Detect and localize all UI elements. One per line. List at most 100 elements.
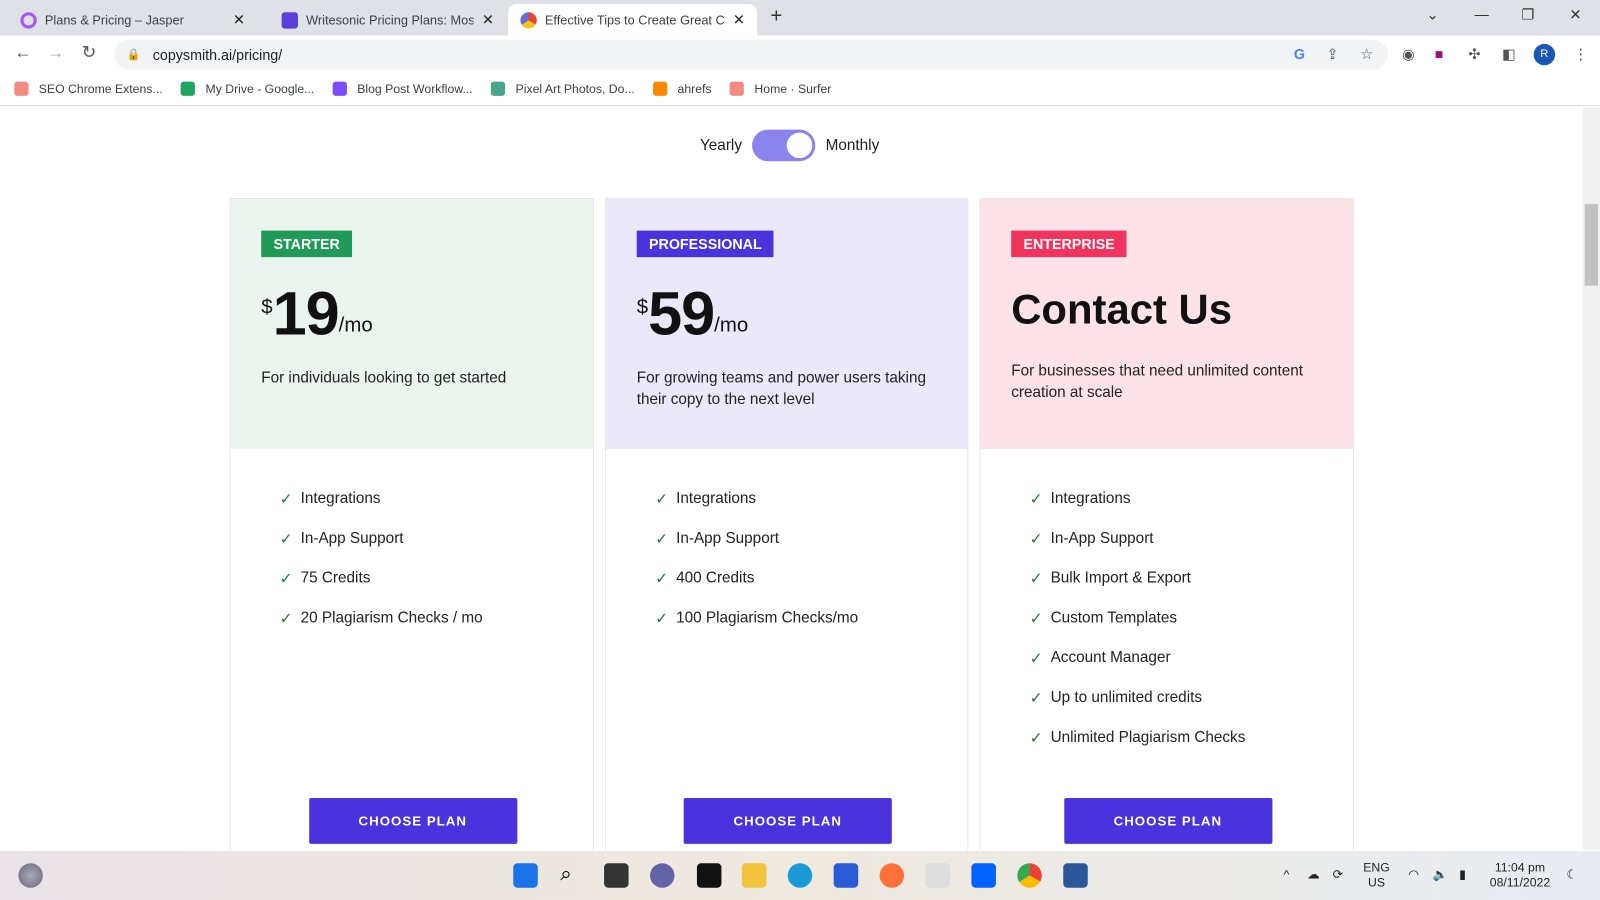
onedrive-icon[interactable]: ☁ [1307,867,1319,882]
bookmark-item[interactable]: Pixel Art Photos, Do... [491,81,635,96]
minimize-icon[interactable]: — [1474,6,1488,22]
check-icon: ✓ [1029,649,1043,668]
address-bar[interactable]: 🔒 copysmith.ai/pricing/ [114,39,1388,70]
sync-icon[interactable]: ⟳ [1333,867,1343,882]
check-icon: ✓ [279,530,293,548]
check-icon: ✓ [655,570,668,588]
tab-active[interactable]: Effective Tips to Create Great Co ✕ [508,4,758,36]
feature-item: ✓ Custom Templates [1029,609,1178,628]
billing-toggle[interactable] [752,129,816,162]
amazon-icon[interactable] [925,863,950,888]
jasper-favicon-icon [20,11,37,29]
feature-list: ✓ Integrations ✓ In-App Support ✓ 75 Credits ✓… [231,449,593,649]
bookmark-favicon-icon [729,81,745,96]
check-icon: ✓ [279,610,293,628]
bookmarks-bar: SEO Chrome Extens... My Drive - Google...… [0,72,1600,107]
close-tab-icon[interactable]: ✕ [233,11,245,28]
bookmark-item[interactable]: SEO Chrome Extens... [14,81,163,96]
share-icon[interactable]: ⇪ [1327,46,1339,63]
plan-description: For businesses that need unlimited conte… [1011,362,1304,402]
check-icon: ✓ [1029,729,1043,747]
start-icon[interactable] [513,863,538,888]
url-text[interactable]: copysmith.ai/pricing/ [153,46,282,62]
new-tab-button[interactable]: + [770,5,782,28]
extensions-puzzle-icon[interactable]: ✣ [1468,46,1480,63]
tab-title: Plans & Pricing – Jasper [44,12,184,28]
word-icon[interactable] [1063,863,1088,888]
plan-card-professional: PROFESSIONAL $59/mo For growing teams and … [605,197,969,850]
feature-list: ✓ Integrations ✓ In-App Support ✓ 400 Credits… [606,449,967,649]
wifi-icon[interactable]: ◠ [1408,867,1419,882]
scrollbar[interactable] [1582,107,1600,850]
check-icon: ✓ [1029,570,1043,588]
tab-search-icon[interactable]: ⌄ [1427,6,1439,23]
feature-item: ✓ Bulk Import & Export [1029,569,1191,588]
bookmark-star-icon[interactable]: ☆ [1360,46,1373,63]
bookmark-item[interactable]: My Drive - Google... [181,81,314,96]
feature-item: ✓ 75 Credits [279,569,371,588]
plan-description: For growing teams and power users taking… [636,369,926,409]
lock-icon: 🔒 [126,48,141,62]
search-icon[interactable]: ⌕ [560,863,584,887]
feature-item: ✓ 400 Credits [655,569,755,588]
back-icon[interactable]: ← [14,43,31,63]
close-window-icon[interactable]: ✕ [1569,6,1581,23]
plan-badge: PROFESSIONAL [636,230,774,258]
close-tab-icon[interactable]: ✕ [482,11,494,28]
choose-plan-button[interactable]: CHOOSE PLAN [683,797,892,844]
firefox-icon[interactable] [879,863,905,888]
copysmith-favicon-icon [520,11,537,29]
plan-header: PROFESSIONAL $59/mo For growing teams and … [606,198,968,449]
grammarly-icon[interactable]: ◉ [1402,46,1414,63]
bookmark-favicon-icon [332,81,348,96]
check-icon: ✓ [1029,530,1043,548]
check-icon: ✓ [1029,610,1043,628]
volume-icon[interactable]: 🔈 [1433,867,1448,882]
clock[interactable]: 11:04 pm 08/11/2022 [1490,860,1550,891]
task-view-icon[interactable] [604,863,629,888]
battery-icon[interactable]: ▮ [1459,867,1466,882]
tab-jasper[interactable]: Plans & Pricing – Jasper ✕ [0,4,257,36]
plan-header: ENTERPRISE Contact Us For businesses that … [980,198,1354,449]
profile-avatar[interactable]: R [1533,43,1556,66]
chrome-icon[interactable] [1017,863,1042,888]
extension-icon[interactable]: ■ [1435,46,1444,62]
teams-chat-icon[interactable] [649,863,675,888]
yearly-label[interactable]: Yearly [700,137,742,154]
plan-badge: ENTERPRISE [1011,230,1127,258]
plan-badge: STARTER [261,230,353,258]
dropbox-icon[interactable] [971,863,996,888]
plan-header: STARTER $19/mo For individuals looking to … [230,198,593,449]
side-panel-icon[interactable]: ◧ [1502,46,1516,63]
tab-writesonic[interactable]: Writesonic Pricing Plans: Most Af ✕ [261,4,506,36]
reload-icon[interactable]: ↻ [82,43,97,63]
bookmark-item[interactable]: ahrefs [653,81,712,96]
language-indicator[interactable]: ENG US [1363,860,1390,891]
notifications-icon[interactable]: ☾ [1566,867,1577,882]
plan-contact-title: Contact Us [1011,285,1233,333]
bookmark-favicon-icon [181,81,196,96]
feature-item: ✓ Integrations [655,489,757,509]
restore-icon[interactable]: ❐ [1521,6,1534,23]
feature-item: ✓ Integrations [1029,489,1131,509]
forward-icon[interactable]: → [47,43,64,63]
store-icon[interactable] [833,863,859,888]
choose-plan-button[interactable]: CHOOSE PLAN [1063,797,1272,844]
weather-icon[interactable] [18,863,43,888]
check-icon: ✓ [279,490,293,509]
netflix-icon[interactable] [696,863,722,888]
tray-overflow-icon[interactable]: ^ [1284,867,1290,882]
scrollbar-thumb[interactable] [1584,204,1598,286]
check-icon: ✓ [279,570,293,588]
bookmark-favicon-icon [653,81,668,96]
feature-item: ✓ Up to unlimited credits [1029,688,1203,708]
bookmark-item[interactable]: Home · Surfer [729,81,831,96]
close-tab-icon[interactable]: ✕ [733,11,745,28]
edge-icon[interactable] [787,863,813,888]
file-explorer-icon[interactable] [741,863,767,888]
monthly-label[interactable]: Monthly [826,137,880,154]
google-icon[interactable]: G [1294,46,1305,62]
bookmark-item[interactable]: Blog Post Workflow... [332,81,473,96]
menu-icon[interactable]: ⋮ [1573,46,1587,63]
choose-plan-button[interactable]: CHOOSE PLAN [308,797,517,844]
